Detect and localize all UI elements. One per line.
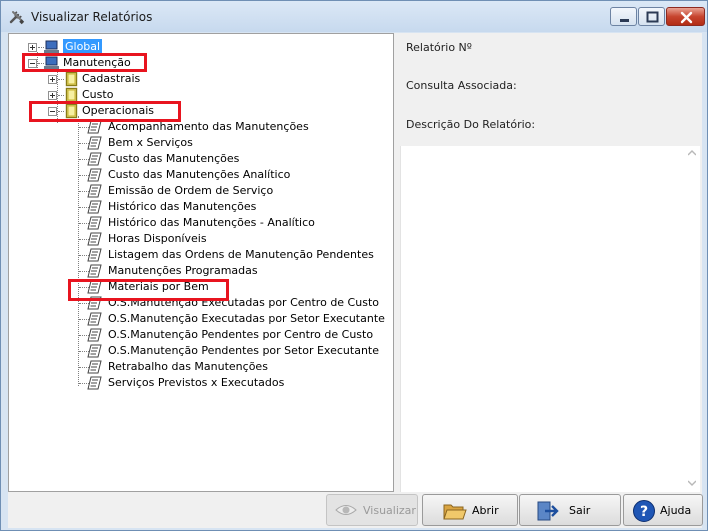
tree-node-report[interactable]: Manutenções Programadas bbox=[71, 263, 391, 279]
report-icon bbox=[87, 200, 102, 214]
tree-node-report[interactable]: Bem x Serviços bbox=[71, 135, 391, 151]
eye-icon bbox=[335, 505, 357, 515]
tree-label: O.S.Manutenção Pendentes por Setor Execu… bbox=[108, 344, 379, 357]
tree-node-cadastrais[interactable]: Cadastrais bbox=[47, 71, 247, 87]
expand-icon[interactable] bbox=[48, 91, 57, 100]
folder-icon bbox=[65, 71, 78, 87]
tree-label: Horas Disponíveis bbox=[108, 232, 207, 245]
report-icon bbox=[87, 136, 102, 150]
tree-label: Retrabalho das Manutenções bbox=[108, 360, 268, 373]
report-details-panel: Relatório Nº Consulta Associada: Descriç… bbox=[398, 33, 702, 492]
relatorio-label: Relatório Nº bbox=[406, 41, 472, 54]
close-button[interactable] bbox=[666, 7, 705, 26]
descricao-label: Descrição Do Relatório: bbox=[406, 118, 536, 131]
report-icon bbox=[87, 120, 102, 134]
close-icon bbox=[680, 11, 693, 24]
tools-icon bbox=[9, 11, 25, 25]
report-viewer-window: Visualizar Relatórios Global Manutenção … bbox=[0, 0, 708, 531]
ajuda-button[interactable]: ? Ajuda bbox=[623, 494, 703, 526]
title-bar[interactable]: Visualizar Relatórios bbox=[1, 1, 707, 32]
tree-node-report[interactable]: O.S.Manutenção Pendentes por Centro de C… bbox=[71, 327, 391, 343]
tree-node-report[interactable]: Histórico das Manutenções bbox=[71, 199, 391, 215]
svg-text:?: ? bbox=[640, 504, 648, 520]
open-folder-icon bbox=[443, 504, 467, 520]
report-icon bbox=[87, 376, 102, 390]
tree-label: Manutenções Programadas bbox=[108, 264, 258, 277]
maximize-icon bbox=[646, 11, 659, 23]
abrir-button[interactable]: Abrir bbox=[422, 494, 518, 526]
tree-line bbox=[58, 79, 64, 80]
description-textarea[interactable] bbox=[400, 146, 700, 492]
report-icon bbox=[87, 344, 102, 358]
window-title: Visualizar Relatórios bbox=[31, 10, 153, 24]
tree-label: O.S.Manutenção Executadas por Setor Exec… bbox=[108, 312, 385, 325]
tree-node-report[interactable]: Listagem das Ordens de Manutenção Penden… bbox=[71, 247, 391, 263]
tree-label: Bem x Serviços bbox=[108, 136, 193, 149]
tree-node-report[interactable]: Serviços Previstos x Executados bbox=[71, 375, 391, 391]
minimize-button[interactable] bbox=[610, 7, 637, 26]
tree-node-report[interactable]: Custo das Manutenções bbox=[71, 151, 391, 167]
tree-label: Histórico das Manutenções bbox=[108, 200, 257, 213]
sair-label: Sair bbox=[569, 504, 591, 517]
minimize-icon bbox=[620, 19, 629, 22]
report-icon bbox=[87, 168, 102, 182]
maximize-button[interactable] bbox=[638, 7, 665, 26]
report-icon bbox=[87, 248, 102, 262]
exit-door-icon bbox=[537, 501, 559, 521]
sair-button[interactable]: Sair bbox=[519, 494, 621, 526]
tree-label: Listagem das Ordens de Manutenção Penden… bbox=[108, 248, 374, 261]
highlight-box-manutencao bbox=[22, 53, 147, 72]
tree-node-report[interactable]: O.S.Manutenção Executadas por Setor Exec… bbox=[71, 311, 391, 327]
tree-label: Custo bbox=[82, 88, 114, 101]
tree-label: Custo das Manutenções Analítico bbox=[108, 168, 291, 181]
report-tree[interactable]: Global Manutenção Cadastrais Custo Opera… bbox=[8, 33, 394, 492]
scroll-down-icon[interactable] bbox=[688, 480, 696, 486]
report-icon bbox=[87, 360, 102, 374]
tree-label: Serviços Previstos x Executados bbox=[108, 376, 285, 389]
tree-node-report[interactable]: Histórico das Manutenções - Analítico bbox=[71, 215, 391, 231]
highlight-box-operacionais bbox=[29, 101, 181, 122]
tree-line bbox=[58, 95, 64, 96]
report-icon bbox=[87, 312, 102, 326]
report-icon bbox=[87, 152, 102, 166]
consulta-label: Consulta Associada: bbox=[406, 79, 517, 92]
visualizar-button[interactable]: Visualizar bbox=[326, 494, 418, 526]
expand-icon[interactable] bbox=[28, 43, 37, 52]
tree-label: O.S.Manutenção Pendentes por Centro de C… bbox=[108, 328, 374, 341]
highlight-box-materiais bbox=[68, 279, 229, 301]
expand-icon[interactable] bbox=[48, 75, 57, 84]
scroll-up-icon[interactable] bbox=[688, 150, 696, 156]
tree-node-report[interactable]: Horas Disponíveis bbox=[71, 231, 391, 247]
ajuda-label: Ajuda bbox=[660, 504, 692, 517]
computer-icon bbox=[44, 40, 59, 53]
tree-label: Histórico das Manutenções - Analítico bbox=[108, 216, 315, 229]
tree-label: Global bbox=[63, 39, 103, 54]
tree-node-report[interactable]: Emissão de Ordem de Serviço bbox=[71, 183, 391, 199]
report-icon bbox=[87, 216, 102, 230]
abrir-label: Abrir bbox=[472, 504, 499, 517]
tree-label: Cadastrais bbox=[82, 72, 141, 85]
tree-label: Emissão de Ordem de Serviço bbox=[108, 184, 274, 197]
report-icon bbox=[87, 328, 102, 342]
tree-label: Custo das Manutenções bbox=[108, 152, 240, 165]
visualizar-label: Visualizar bbox=[363, 504, 416, 517]
help-icon: ? bbox=[633, 500, 655, 522]
tree-node-report[interactable]: Custo das Manutenções Analítico bbox=[71, 167, 391, 183]
report-icon bbox=[87, 184, 102, 198]
tree-node-report[interactable]: O.S.Manutenção Pendentes por Setor Execu… bbox=[71, 343, 391, 359]
report-icon bbox=[87, 232, 102, 246]
tree-node-report[interactable]: Retrabalho das Manutenções bbox=[71, 359, 391, 375]
report-icon bbox=[87, 264, 102, 278]
